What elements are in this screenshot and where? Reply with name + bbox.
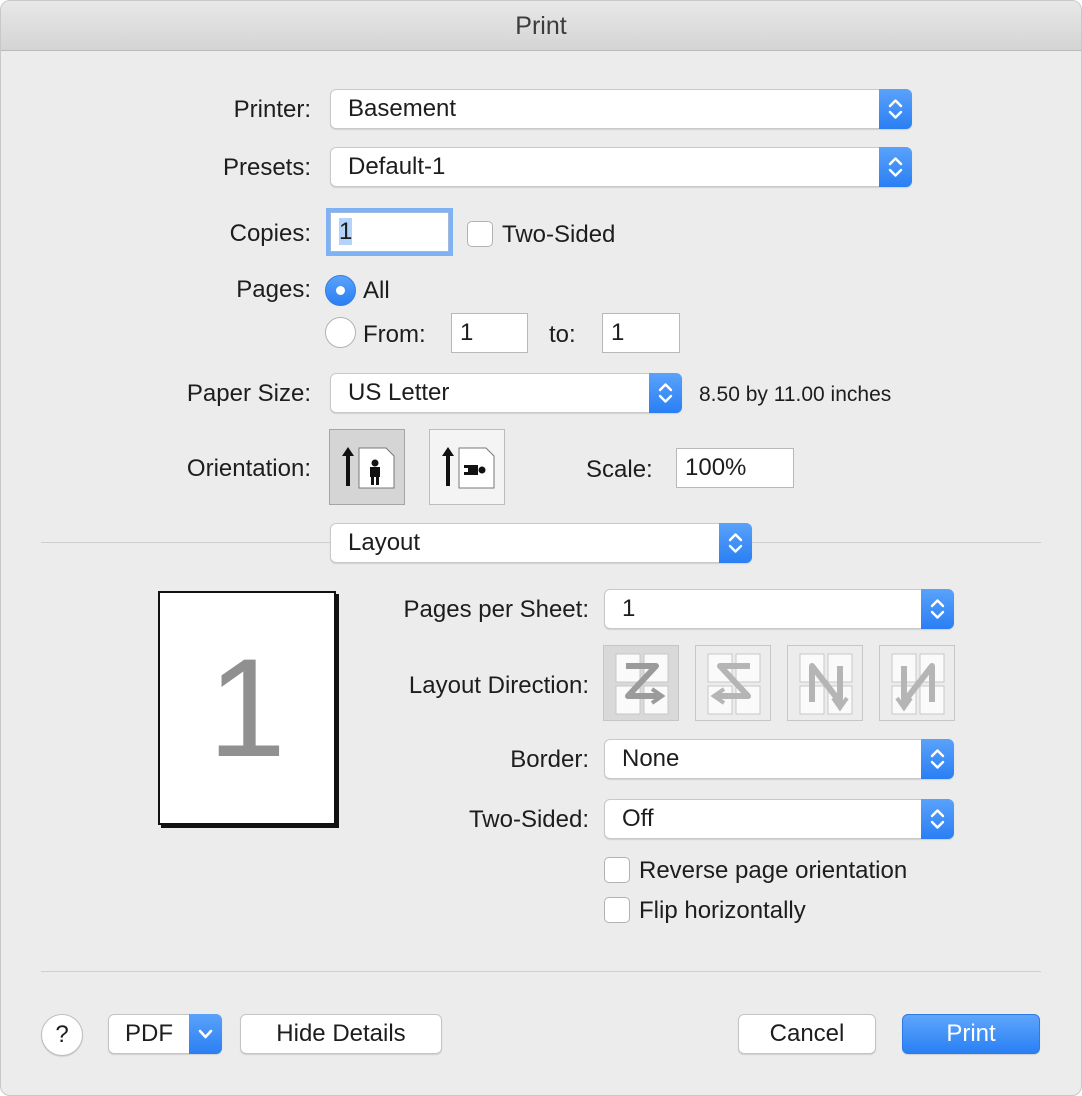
copies-value: 1: [339, 218, 353, 245]
popup-arrows-icon: [921, 799, 954, 839]
layout-z-icon: [615, 653, 669, 715]
popup-arrows-icon: [921, 589, 954, 629]
pages-per-sheet-value: 1: [622, 595, 636, 622]
section-popup[interactable]: Layout: [330, 523, 752, 563]
pages-to-value: 1: [611, 319, 625, 346]
scale-value: 100%: [685, 454, 747, 481]
two-sided-label: Two-Sided:: [468, 806, 589, 833]
pages-to-field[interactable]: 1: [602, 313, 680, 353]
hide-details-button[interactable]: Hide Details: [240, 1014, 442, 1054]
pages-label: Pages:: [236, 276, 311, 303]
two-sided-checkbox-label[interactable]: Two-Sided: [502, 220, 615, 250]
copies-field[interactable]: 1: [330, 212, 449, 252]
popup-arrows-icon: [719, 523, 752, 563]
flip-horizontally-checkbox[interactable]: [604, 897, 630, 923]
popup-arrows-icon: [879, 89, 912, 129]
preview-page-number: 1: [208, 629, 286, 786]
border-popup[interactable]: None: [604, 739, 954, 779]
scale-label: Scale:: [586, 456, 653, 483]
paper-size-popup[interactable]: US Letter: [330, 373, 682, 413]
presets-value: Default-1: [348, 153, 446, 180]
layout-direction-reverse-n-button: [879, 645, 955, 721]
paper-size-value: US Letter: [348, 379, 450, 406]
layout-reverse-z-icon: [707, 653, 761, 715]
layout-direction-label: Layout Direction:: [408, 672, 589, 699]
pages-range-radio[interactable]: [325, 317, 356, 348]
pages-from-value: 1: [460, 319, 474, 346]
portrait-orientation-button[interactable]: [329, 429, 405, 505]
print-button[interactable]: Print: [902, 1014, 1040, 1054]
print-dialog: Print Printer: Basement Presets: Default…: [0, 0, 1082, 1096]
layout-n-reverse-icon: [799, 653, 853, 715]
section-value: Layout: [348, 529, 421, 556]
landscape-icon: [442, 447, 495, 489]
separator: [41, 542, 330, 543]
layout-n-icon: [891, 653, 945, 715]
paper-size-label: Paper Size:: [186, 380, 311, 407]
two-sided-checkbox[interactable]: [467, 221, 493, 247]
layout-direction-z-button: [603, 645, 679, 721]
printer-value: Basement: [348, 95, 457, 122]
printer-label: Printer:: [233, 96, 311, 123]
reverse-page-orientation-checkbox[interactable]: [604, 857, 630, 883]
presets-label: Presets:: [222, 154, 311, 181]
landscape-orientation-button[interactable]: [429, 429, 505, 505]
two-sided-popup[interactable]: Off: [604, 799, 954, 839]
pages-from-label[interactable]: From:: [363, 320, 426, 350]
presets-popup[interactable]: Default-1: [330, 147, 912, 187]
pages-all-radio[interactable]: [325, 275, 356, 306]
portrait-icon: [342, 447, 395, 489]
paper-dimensions: 8.50 by 11.00 inches: [699, 383, 892, 406]
border-label: Border:: [510, 746, 589, 773]
layout-direction-n-button: [787, 645, 863, 721]
popup-arrows-icon: [879, 147, 912, 187]
cancel-button[interactable]: Cancel: [738, 1014, 876, 1054]
scale-field[interactable]: 100%: [676, 448, 794, 488]
two-sided-value: Off: [622, 805, 654, 832]
pages-all-label[interactable]: All: [363, 276, 390, 306]
help-button[interactable]: ?: [41, 1014, 83, 1056]
pages-per-sheet-label: Pages per Sheet:: [403, 596, 589, 623]
layout-direction-reverse-z-button: [695, 645, 771, 721]
flip-horizontally-label[interactable]: Flip horizontally: [639, 896, 806, 926]
copies-label: Copies:: [229, 220, 311, 247]
pages-per-sheet-popup[interactable]: 1: [604, 589, 954, 629]
popup-arrows-icon: [921, 739, 954, 779]
border-value: None: [622, 745, 680, 772]
pdf-menu-button[interactable]: PDF: [108, 1014, 222, 1054]
pages-to-label: to:: [549, 321, 576, 348]
pdf-label: PDF: [125, 1020, 173, 1047]
chevron-down-icon: [189, 1014, 222, 1054]
reverse-page-orientation-label[interactable]: Reverse page orientation: [639, 856, 907, 886]
popup-arrows-icon: [649, 373, 682, 413]
window-title: Print: [1, 1, 1081, 51]
footer-separator: [41, 971, 1041, 972]
separator: [752, 542, 1041, 543]
printer-popup[interactable]: Basement: [330, 89, 912, 129]
page-preview: 1: [158, 591, 336, 825]
orientation-label: Orientation:: [186, 455, 311, 482]
pages-from-field[interactable]: 1: [451, 313, 528, 353]
